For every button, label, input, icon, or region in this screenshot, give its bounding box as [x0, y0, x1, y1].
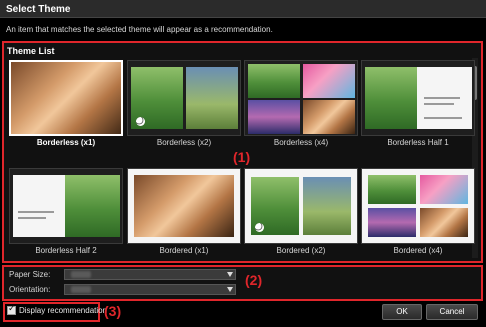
theme-thumbnail: [9, 168, 123, 244]
theme-thumbnail: [361, 60, 475, 136]
callout-3: (3): [104, 303, 122, 319]
theme-thumbnail: [127, 168, 241, 244]
callout-2: (2): [245, 272, 263, 288]
ok-button[interactable]: OK: [382, 304, 422, 320]
orientation-label: Orientation:: [9, 285, 51, 294]
display-recommendation-checkbox[interactable]: [7, 304, 16, 315]
paper-size-select[interactable]: [64, 269, 236, 280]
theme-card-borderless-x4[interactable]: Borderless (x4): [244, 60, 358, 148]
theme-card-label: Bordered (x2): [276, 246, 326, 255]
theme-card-bordered-x2[interactable]: Bordered (x2): [244, 168, 358, 256]
theme-card-borderless-half-2[interactable]: Borderless Half 2: [9, 168, 123, 256]
theme-card-label: Borderless (x1): [36, 138, 96, 147]
theme-card-label: Borderless (x2): [156, 138, 212, 147]
theme-thumbnail: [9, 60, 123, 136]
description-text: An item that matches the selected theme …: [6, 25, 273, 34]
theme-card-borderless-half-1[interactable]: Borderless Half 1: [361, 60, 475, 148]
callout-1: (1): [233, 149, 251, 165]
theme-thumbnail: [244, 168, 358, 244]
chevron-down-icon: [227, 272, 233, 277]
theme-card-label: Borderless (x4): [273, 138, 329, 147]
theme-card-label: Bordered (x1): [159, 246, 209, 255]
paper-size-label: Paper Size:: [9, 270, 51, 279]
chevron-down-icon: [227, 287, 233, 292]
theme-list-label: Theme List: [7, 46, 55, 56]
window-titlebar: Select Theme: [0, 0, 486, 18]
theme-card-borderless-x1[interactable]: Borderless (x1): [9, 60, 123, 148]
orientation-select[interactable]: [64, 284, 236, 295]
theme-card-label: Borderless Half 1: [387, 138, 449, 147]
window-title: Select Theme: [6, 4, 71, 15]
theme-card-label: Bordered (x4): [393, 246, 443, 255]
theme-card-bordered-x1[interactable]: Bordered (x1): [127, 168, 241, 256]
display-recommendation-label: Display recommendation: [19, 306, 108, 315]
theme-thumbnail: [361, 168, 475, 244]
theme-card-bordered-x4[interactable]: Bordered (x4): [361, 168, 475, 256]
cancel-button[interactable]: Cancel: [426, 304, 478, 320]
theme-thumbnail: [127, 60, 241, 136]
theme-card-borderless-x2[interactable]: Borderless (x2): [127, 60, 241, 148]
theme-card-label: Borderless Half 2: [35, 246, 97, 255]
theme-thumbnail: [244, 60, 358, 136]
